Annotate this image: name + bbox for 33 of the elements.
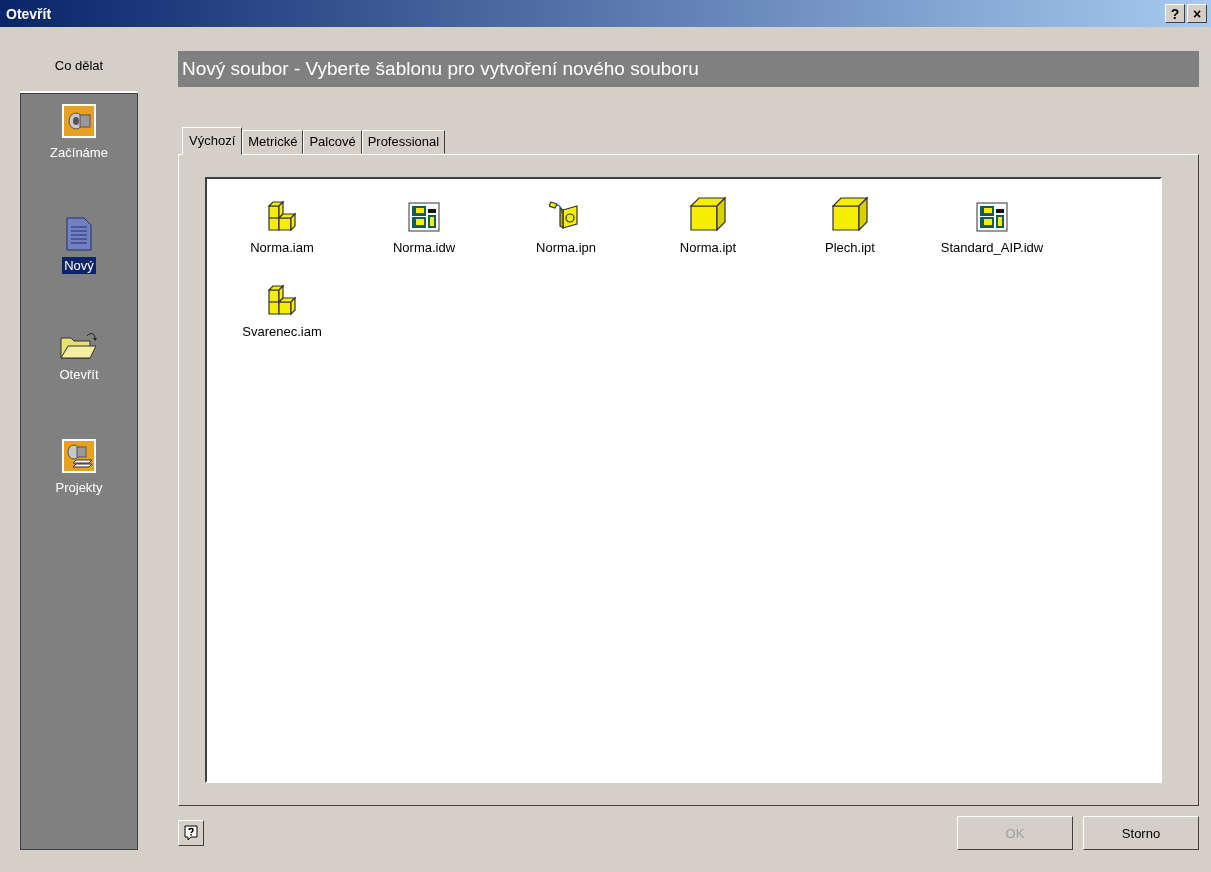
cube-icon — [689, 196, 727, 232]
tab[interactable]: Výchozí — [182, 127, 243, 155]
drawing-sheet-icon — [408, 202, 440, 232]
header-bar: Nový soubor - Vyberte šablonu pro vytvoření nového souboru — [178, 51, 1199, 87]
folder-icon — [59, 330, 99, 360]
caption-button[interactable]: × — [1187, 4, 1207, 23]
sidebar-item[interactable]: Otevřít — [57, 366, 101, 383]
cubes-icon — [265, 284, 299, 316]
sidebar-item[interactable]: Projekty — [53, 479, 105, 496]
file-name[interactable]: Norma.ipn — [536, 240, 596, 255]
sidebar-item[interactable]: Začínáme — [48, 144, 110, 161]
file-name[interactable]: Svarenec.iam — [242, 324, 322, 339]
drawing-sheet-icon — [976, 202, 1008, 232]
dialog-button[interactable]: Storno — [1083, 816, 1199, 850]
cube-icon — [831, 196, 869, 232]
file-name[interactable]: Norma.ipt — [679, 240, 737, 255]
help-icon — [184, 825, 198, 841]
file-name[interactable]: Plech.ipt — [825, 240, 875, 255]
help-button[interactable] — [178, 820, 204, 846]
sidebar-item[interactable]: Nový — [62, 257, 96, 274]
file-name[interactable]: Standard_AIP.idw — [940, 240, 1044, 255]
window-title: Otevřít — [6, 5, 52, 22]
caption-button[interactable]: ? — [1165, 4, 1185, 23]
gear-icon — [62, 104, 96, 138]
tab[interactable]: Professional — [361, 130, 446, 154]
document-icon — [66, 217, 92, 251]
file-name[interactable]: Norma.iam — [250, 240, 314, 255]
sidebar-heading: Co dělat — [54, 57, 104, 73]
gear-stack-icon — [62, 439, 96, 473]
tab[interactable]: Metrické — [242, 130, 304, 154]
cubes-icon — [265, 200, 299, 232]
file-name[interactable]: Norma.idw — [392, 240, 456, 255]
tab[interactable]: Palcové — [303, 130, 362, 154]
